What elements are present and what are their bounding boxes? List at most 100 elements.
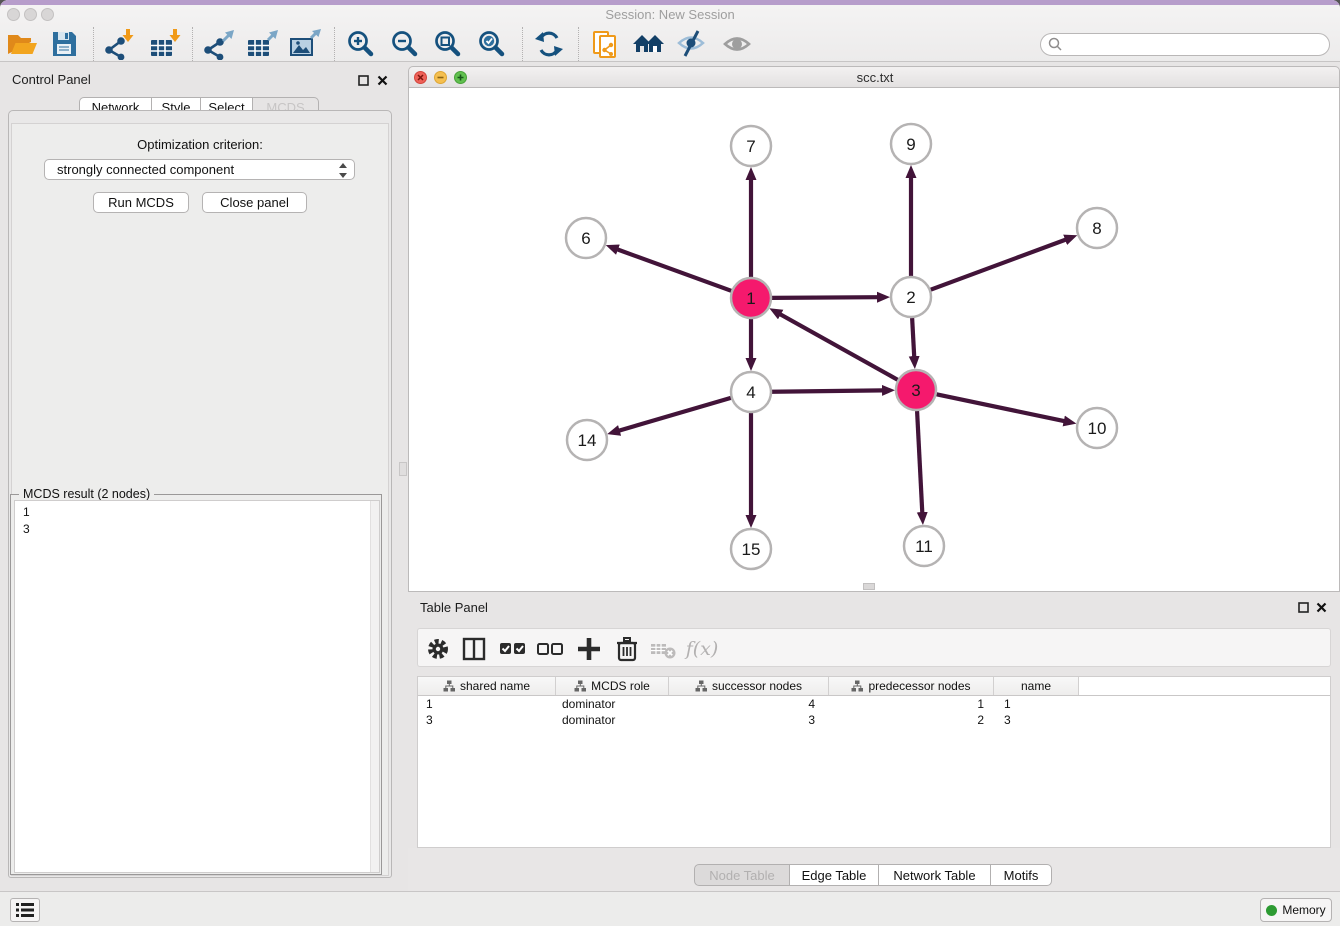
save-session-button[interactable] — [46, 28, 82, 60]
search-icon — [1048, 37, 1063, 52]
table-row[interactable]: 1dominator411 — [418, 696, 1330, 712]
open-session-button[interactable] — [4, 28, 40, 60]
go-home-button[interactable] — [631, 28, 667, 60]
show-panel-button[interactable] — [719, 28, 755, 60]
select-all-rows-button[interactable] — [497, 633, 529, 664]
column-header-name[interactable]: name — [994, 677, 1079, 695]
hide-panel-button[interactable] — [674, 28, 710, 60]
node-table[interactable]: shared nameMCDS rolesuccessor nodes prede… — [417, 676, 1331, 848]
delete-column-button[interactable] — [611, 633, 643, 664]
tab-motifs[interactable]: Motifs — [990, 864, 1052, 886]
network-file-icon — [587, 28, 623, 60]
graph-edge-1-6[interactable] — [617, 249, 731, 291]
table-cell: 1 — [829, 696, 994, 712]
graph-node-label: 1 — [746, 289, 755, 308]
float-table-panel-button[interactable] — [1297, 601, 1310, 614]
table-tabs: Node Table Edge Table Network Table Moti… — [694, 864, 1052, 886]
open-network-file-button[interactable] — [587, 28, 623, 60]
table-cell: 2 — [829, 712, 994, 728]
application-window: Session: New Session Control Panel Netwo… — [0, 0, 1340, 926]
attribute-settings-button[interactable] — [422, 633, 454, 664]
graph-edge-4-3[interactable] — [772, 390, 883, 391]
control-panel-title: Control Panel — [12, 72, 91, 87]
deselect-all-rows-button[interactable] — [534, 633, 566, 664]
toolbar-separator — [522, 27, 523, 61]
tab-node-table[interactable]: Node Table — [694, 864, 790, 886]
network-canvas-svg: 1234678910111415 — [409, 88, 1339, 590]
home-icon — [631, 28, 667, 60]
fx-icon: f(x) — [686, 638, 719, 660]
graph-edge-4-14[interactable] — [619, 398, 731, 431]
table-cell: 3 — [669, 712, 829, 728]
zoom-in-button[interactable] — [344, 28, 380, 60]
memory-status-button[interactable]: Memory — [1260, 898, 1332, 922]
graph-node-label: 11 — [915, 537, 933, 556]
import-table-icon — [147, 28, 183, 60]
graph-edge-3-1[interactable] — [780, 314, 898, 380]
table-panel-title: Table Panel — [420, 600, 488, 615]
float-icon — [358, 75, 369, 86]
graph-node-label: 14 — [578, 431, 597, 450]
status-bar: Memory — [0, 891, 1340, 926]
mcds-result-group: MCDS result (2 nodes) 1 3 — [10, 494, 382, 875]
hierarchy-icon — [851, 680, 863, 692]
delete-table-icon — [648, 634, 678, 664]
zoom-out-button[interactable] — [388, 28, 424, 60]
graph-node-label: 3 — [911, 381, 920, 400]
network-splitter-grip[interactable] — [863, 583, 875, 590]
network-canvas[interactable]: 1234678910111415 — [408, 88, 1340, 592]
toolbar-separator — [578, 27, 579, 61]
gear-icon — [423, 634, 453, 664]
column-header-predecessor-nodes[interactable]: predecessor nodes — [829, 677, 994, 695]
refresh-network-button[interactable] — [531, 28, 567, 60]
export-network-button[interactable] — [201, 28, 237, 60]
hierarchy-icon — [695, 680, 707, 692]
criterion-dropdown-value: strongly connected component — [57, 162, 234, 177]
close-table-panel-button[interactable] — [1315, 601, 1328, 614]
table-cell: 1 — [994, 696, 1079, 712]
graph-edge-3-11[interactable] — [917, 411, 922, 513]
close-panel-button[interactable] — [376, 74, 389, 87]
criterion-dropdown[interactable]: strongly connected component — [44, 159, 355, 180]
tab-edge-table[interactable]: Edge Table — [789, 864, 879, 886]
table-row[interactable]: 3dominator323 — [418, 712, 1330, 728]
zoom-out-icon — [388, 28, 424, 60]
export-table-button[interactable] — [244, 28, 280, 60]
close-panel-action-button[interactable]: Close panel — [202, 192, 307, 213]
eye-slash-icon — [674, 28, 710, 60]
toggle-column-view-button[interactable] — [458, 633, 490, 664]
column-header-label: predecessor nodes — [868, 679, 970, 693]
float-panel-button[interactable] — [357, 74, 370, 87]
result-scrollbar[interactable] — [370, 501, 379, 872]
run-mcds-button[interactable]: Run MCDS — [93, 192, 189, 213]
table-cell: 3 — [418, 712, 556, 728]
network-window-title: scc.txt — [409, 70, 1340, 85]
zoom-fit-button[interactable] — [431, 28, 467, 60]
tab-network-table[interactable]: Network Table — [878, 864, 991, 886]
network-window-titlebar[interactable]: scc.txt — [408, 66, 1340, 88]
hierarchy-icon — [443, 680, 455, 692]
mcds-result-textarea[interactable]: 1 3 — [14, 500, 380, 873]
toolbar-separator — [192, 27, 193, 61]
graph-edge-2-8[interactable] — [931, 239, 1066, 289]
unchecked-boxes-icon — [535, 634, 565, 664]
graph-edge-2-3[interactable] — [912, 318, 914, 357]
column-header-successor-nodes[interactable]: successor nodes — [669, 677, 829, 695]
import-network-button[interactable] — [101, 28, 137, 60]
search-input[interactable] — [1040, 33, 1330, 56]
zoom-selected-button[interactable] — [475, 28, 511, 60]
window-accent-strip — [0, 0, 1340, 5]
graph-node-label: 4 — [746, 383, 755, 402]
close-icon — [377, 75, 388, 86]
hierarchy-icon — [574, 680, 586, 692]
graph-edge-1-2[interactable] — [772, 297, 878, 298]
column-header-MCDS-role[interactable]: MCDS role — [556, 677, 669, 695]
import-table-button[interactable] — [147, 28, 183, 60]
show-log-button[interactable] — [10, 898, 40, 922]
graph-edge-3-10[interactable] — [937, 394, 1065, 421]
panel-splitter-grip[interactable] — [399, 462, 407, 476]
column-header-shared-name[interactable]: shared name — [418, 677, 556, 695]
import-network-icon — [101, 28, 137, 60]
export-image-button[interactable] — [287, 28, 323, 60]
add-column-button[interactable] — [573, 633, 605, 664]
